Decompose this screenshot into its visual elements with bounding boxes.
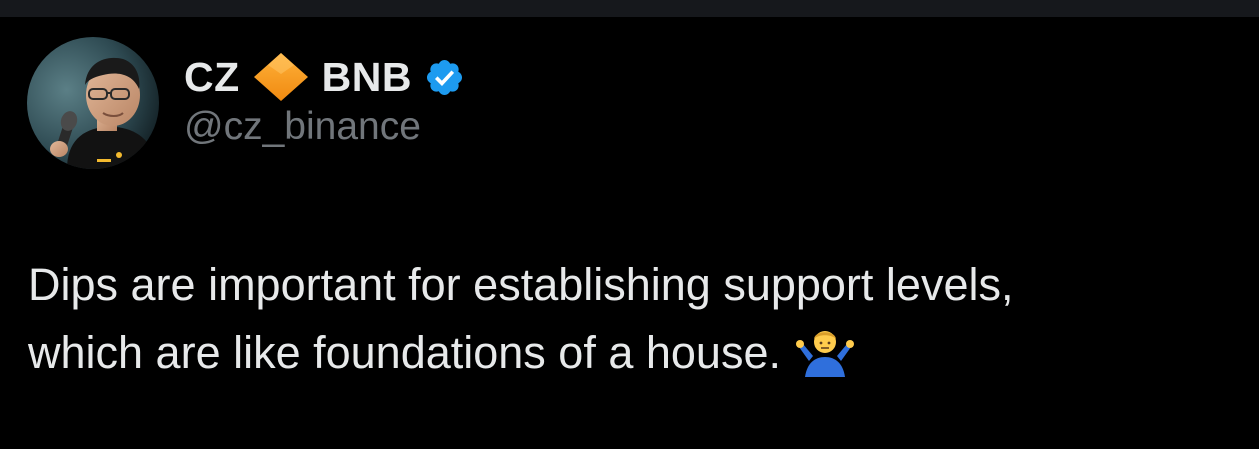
avatar[interactable] (27, 37, 159, 169)
profile-photo (27, 37, 159, 169)
user-handle[interactable]: @cz_binance (184, 105, 465, 149)
top-strip (0, 0, 1259, 17)
tweet-text-line-2-wrapper: which are like foundations of a house. (28, 319, 1228, 387)
verified-badge-icon[interactable] (424, 57, 465, 98)
person-shrugging-icon (795, 325, 855, 378)
tweet-text-line-1: Dips are important for establishing supp… (28, 259, 1014, 310)
tweet-text: Dips are important for establishing supp… (28, 251, 1228, 387)
display-name-first[interactable]: CZ (184, 56, 240, 98)
orange-diamond-icon (252, 52, 310, 102)
tweet-text-line-2: which are like foundations of a house. (28, 327, 781, 378)
display-name-second[interactable]: BNB (322, 56, 412, 98)
display-name[interactable]: CZ BNB (184, 51, 465, 103)
tweet-header: CZ BNB @cz_binance (184, 51, 465, 149)
tweet-card[interactable]: CZ BNB @cz_binance Dips are important fo… (0, 17, 1259, 449)
